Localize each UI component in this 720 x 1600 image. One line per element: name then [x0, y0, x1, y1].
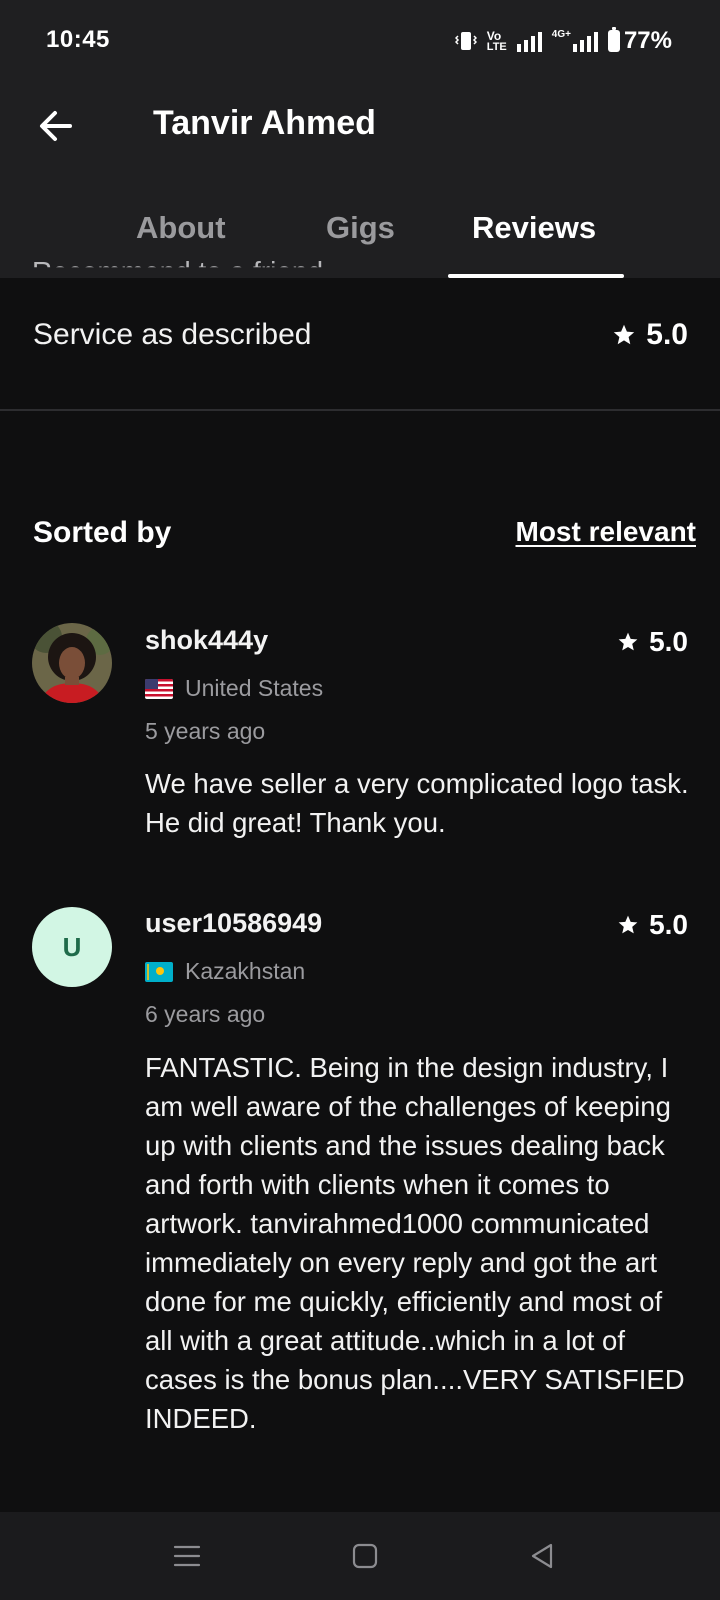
- signal-bars-1-icon: [516, 30, 542, 52]
- tab-reviews[interactable]: Reviews: [472, 210, 596, 246]
- nav-menu-button[interactable]: [165, 1534, 209, 1578]
- review-time-ago: 6 years ago: [145, 1001, 266, 1027]
- section-divider: [0, 409, 720, 411]
- top-bar-area: 10:45 Vo LTE 4G+ 77% Tanvir Ahmed About …: [0, 0, 720, 278]
- review-rating-value: 5.0: [649, 626, 688, 657]
- app-bar: Tanvir Ahmed: [0, 80, 720, 172]
- volte-top-text: Vo: [486, 28, 502, 43]
- review-item: U user10586949 5.0 Kazakhstan 6 years ag…: [0, 904, 720, 1484]
- menu-icon: [173, 1545, 201, 1567]
- network-type: 4G+: [551, 29, 571, 40]
- status-icons: Vo LTE 4G+ 77%: [454, 24, 672, 58]
- system-nav-bar: [0, 1512, 720, 1600]
- nav-home-button[interactable]: [343, 1534, 387, 1578]
- star-icon: [614, 324, 635, 345]
- status-time: 10:45: [46, 26, 110, 53]
- avatar[interactable]: U: [32, 907, 112, 987]
- back-button[interactable]: [30, 100, 82, 152]
- battery-icon: 77%: [607, 27, 672, 55]
- review-rating-value: 5.0: [649, 909, 688, 940]
- user-photo-icon: [32, 623, 112, 703]
- avatar[interactable]: [32, 623, 112, 703]
- battery-percent: 77%: [623, 27, 672, 54]
- volte-bottom-text: LTE: [486, 40, 507, 53]
- review-rating: 5.0: [617, 626, 688, 658]
- vibrate-icon: [454, 32, 477, 50]
- star-icon: [618, 632, 638, 651]
- review-country: United States: [145, 675, 323, 702]
- page: 10:45 Vo LTE 4G+ 77% Tanvir Ahmed About …: [0, 0, 720, 1600]
- avatar-initial: U: [62, 931, 82, 962]
- review-text: FANTASTIC. Being in the design industry,…: [145, 1052, 685, 1434]
- review-item: shok444y 5.0 United States 5 years ago W…: [0, 620, 720, 870]
- square-icon: [352, 1543, 378, 1569]
- active-tab-indicator: [448, 274, 624, 278]
- signal-bars-2-icon: [572, 30, 598, 52]
- triangle-back-icon: [531, 1543, 553, 1569]
- status-bar: 10:45 Vo LTE 4G+ 77%: [0, 0, 720, 80]
- service-rating-row: Service as described 5.0: [0, 300, 720, 410]
- review-country-name: Kazakhstan: [185, 958, 306, 984]
- us-flag-icon: [145, 678, 173, 699]
- nav-back-button[interactable]: [520, 1534, 564, 1578]
- sort-dropdown-link[interactable]: Most relevant: [516, 516, 697, 548]
- arrow-left-icon: [40, 111, 72, 141]
- page-title: Tanvir Ahmed: [153, 104, 376, 142]
- review-country-name: United States: [185, 675, 324, 701]
- review-country: Kazakhstan: [145, 958, 305, 985]
- review-rating: 5.0: [617, 909, 688, 941]
- network-icon: 4G+: [552, 30, 598, 52]
- review-text: We have seller a very complicated logo t…: [145, 768, 689, 838]
- review-username[interactable]: shok444y: [145, 625, 268, 656]
- star-icon: [618, 915, 638, 934]
- review-username[interactable]: user10586949: [145, 908, 322, 939]
- review-time-ago: 5 years ago: [145, 718, 266, 744]
- kz-flag-icon: [145, 961, 173, 982]
- volte-icon: Vo LTE: [487, 30, 507, 53]
- battery-cell: [607, 27, 620, 52]
- tab-gigs[interactable]: Gigs: [326, 210, 395, 246]
- service-rating: 5.0: [612, 318, 688, 352]
- sort-label: Sorted by: [33, 516, 172, 549]
- tab-about[interactable]: About: [136, 210, 226, 246]
- service-label: Service as described: [33, 318, 312, 351]
- service-rating-value: 5.0: [646, 318, 688, 351]
